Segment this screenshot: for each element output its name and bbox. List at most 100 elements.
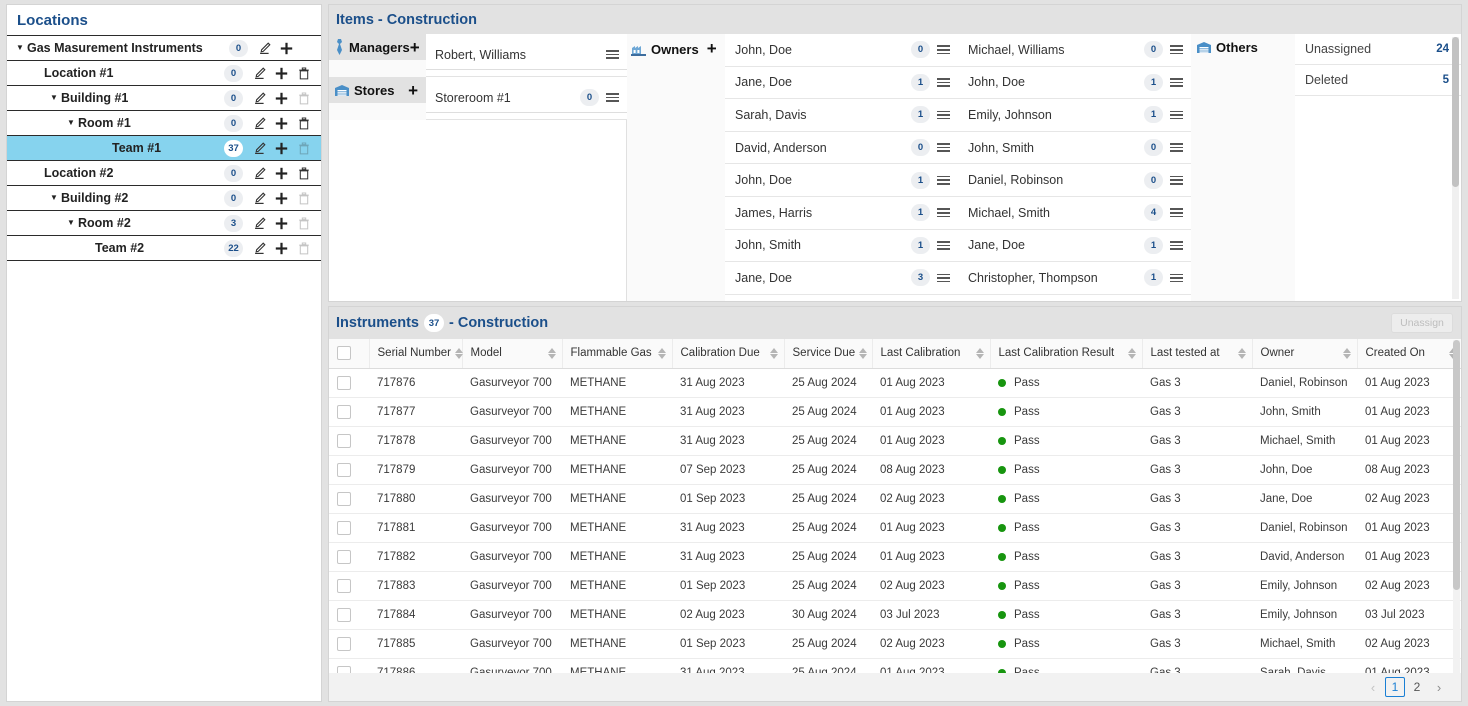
- pagination-page[interactable]: 2: [1407, 677, 1427, 697]
- add-owner-button[interactable]: +: [707, 39, 717, 59]
- location-row[interactable]: ▼Location #10: [7, 61, 321, 86]
- column-header[interactable]: Last Calibration: [872, 339, 991, 369]
- column-header[interactable]: Last Calibration Result: [990, 339, 1143, 369]
- delete-icon[interactable]: [294, 164, 313, 183]
- add-icon[interactable]: [272, 139, 291, 158]
- add-icon[interactable]: [272, 164, 291, 183]
- delete-icon[interactable]: [294, 89, 313, 108]
- edit-icon[interactable]: [250, 189, 269, 208]
- add-store-button[interactable]: +: [408, 82, 418, 99]
- owner-row[interactable]: Michael, Smith 4: [958, 197, 1191, 230]
- table-row[interactable]: 717876 Gasurveyor 700 METHANE 31 Aug 2023 25…: [329, 368, 1461, 398]
- column-header[interactable]: Serial Number: [369, 339, 463, 369]
- owner-row[interactable]: John, Smith 1: [725, 230, 958, 263]
- expand-caret-icon[interactable]: ▼: [47, 194, 61, 202]
- column-header[interactable]: Model: [462, 339, 563, 369]
- items-scrollbar[interactable]: [1452, 37, 1459, 299]
- owner-row[interactable]: John, Doe 1: [958, 67, 1191, 100]
- location-row[interactable]: ▼Location #20: [7, 161, 321, 186]
- location-row[interactable]: ▼ Building #2 0: [7, 186, 321, 211]
- others-row[interactable]: Unassigned 24: [1295, 34, 1461, 65]
- add-icon[interactable]: [277, 39, 296, 58]
- owner-menu-icon[interactable]: [937, 78, 950, 87]
- owner-row[interactable]: David, Anderson 0: [725, 132, 958, 165]
- table-row[interactable]: 717877 Gasurveyor 700 METHANE 31 Aug 2023 25…: [329, 397, 1461, 427]
- location-row[interactable]: ▼Team #222: [7, 236, 321, 261]
- table-row[interactable]: 717884 Gasurveyor 700 METHANE 02 Aug 2023 30…: [329, 600, 1461, 630]
- store-row[interactable]: Storeroom #1 0: [426, 83, 627, 113]
- owner-row[interactable]: Christopher, Thompson 1: [958, 262, 1191, 295]
- row-checkbox[interactable]: [337, 462, 351, 477]
- row-checkbox[interactable]: [337, 375, 351, 390]
- owner-row[interactable]: Daniel, Robinson 0: [958, 164, 1191, 197]
- column-header[interactable]: Service Due: [784, 339, 873, 369]
- owner-row[interactable]: John, Doe 1: [725, 164, 958, 197]
- location-row[interactable]: ▼ Building #1 0: [7, 86, 321, 111]
- row-checkbox[interactable]: [337, 578, 351, 593]
- row-checkbox[interactable]: [337, 433, 351, 448]
- expand-caret-icon[interactable]: ▼: [47, 94, 61, 102]
- owner-menu-icon[interactable]: [1170, 110, 1183, 120]
- row-checkbox[interactable]: [337, 607, 351, 622]
- expand-caret-icon[interactable]: ▼: [64, 219, 78, 227]
- table-row[interactable]: 717879 Gasurveyor 700 METHANE 07 Sep 2023 25…: [329, 455, 1461, 485]
- edit-icon[interactable]: [250, 239, 269, 258]
- table-row[interactable]: 717886 Gasurveyor 700 METHANE 31 Aug 2023 25…: [329, 658, 1461, 673]
- delete-icon[interactable]: [294, 114, 313, 133]
- owner-row[interactable]: Michael, Williams 0: [958, 34, 1191, 67]
- owner-row[interactable]: Jane, Doe 1: [958, 230, 1191, 263]
- column-header[interactable]: Flammable Gas: [562, 339, 673, 369]
- column-header[interactable]: Calibration Due: [672, 339, 785, 369]
- delete-icon[interactable]: [294, 214, 313, 233]
- table-row[interactable]: 717883 Gasurveyor 700 METHANE 01 Sep 2023 25…: [329, 571, 1461, 601]
- delete-icon[interactable]: [294, 189, 313, 208]
- sort-icon[interactable]: [1127, 347, 1136, 359]
- add-icon[interactable]: [272, 189, 291, 208]
- row-checkbox[interactable]: [337, 636, 351, 651]
- select-all-checkbox[interactable]: [337, 346, 351, 361]
- table-row[interactable]: 717881 Gasurveyor 700 METHANE 31 Aug 2023 25…: [329, 513, 1461, 543]
- column-header[interactable]: Last tested at: [1142, 339, 1253, 369]
- owner-row[interactable]: Emily, Johnson 1: [958, 99, 1191, 132]
- owner-menu-icon[interactable]: [1170, 240, 1183, 250]
- column-header[interactable]: Owner: [1252, 339, 1358, 369]
- edit-icon[interactable]: [250, 164, 269, 183]
- owner-row[interactable]: John, Doe 0: [725, 34, 958, 67]
- location-row[interactable]: ▼ Room #2 3: [7, 211, 321, 236]
- owner-row[interactable]: Jane, Doe 1: [725, 67, 958, 100]
- instruments-scrollbar[interactable]: [1453, 340, 1460, 678]
- sort-icon[interactable]: [547, 347, 556, 359]
- row-checkbox[interactable]: [337, 549, 351, 564]
- owner-menu-icon[interactable]: [1170, 208, 1183, 218]
- edit-icon[interactable]: [255, 39, 274, 58]
- pagination-next[interactable]: ›: [1429, 677, 1449, 697]
- owner-menu-icon[interactable]: [937, 208, 950, 218]
- sort-icon[interactable]: [859, 347, 868, 359]
- unassign-button[interactable]: Unassign: [1391, 313, 1453, 333]
- owner-menu-icon[interactable]: [937, 273, 950, 283]
- column-header[interactable]: Created On: [1357, 339, 1461, 369]
- owner-menu-icon[interactable]: [937, 175, 950, 185]
- owner-menu-icon[interactable]: [937, 45, 950, 55]
- instruments-scrollbar-thumb[interactable]: [1453, 340, 1460, 590]
- edit-icon[interactable]: [250, 114, 269, 133]
- add-icon[interactable]: [272, 89, 291, 108]
- row-checkbox[interactable]: [337, 404, 351, 419]
- owner-menu-icon[interactable]: [1170, 175, 1183, 185]
- location-row[interactable]: ▼ Gas Masurement Instruments 0: [7, 36, 321, 61]
- others-row[interactable]: Deleted 5: [1295, 65, 1461, 96]
- add-manager-button[interactable]: +: [410, 39, 420, 56]
- row-checkbox[interactable]: [337, 665, 351, 673]
- edit-icon[interactable]: [250, 214, 269, 233]
- delete-icon[interactable]: [294, 64, 313, 83]
- manager-menu-icon[interactable]: [606, 50, 619, 59]
- table-row[interactable]: 717882 Gasurveyor 700 METHANE 31 Aug 2023 25…: [329, 542, 1461, 572]
- owner-row[interactable]: James, Harris 1: [725, 197, 958, 230]
- location-row[interactable]: ▼Team #137: [7, 136, 321, 161]
- sort-icon[interactable]: [657, 347, 666, 359]
- edit-icon[interactable]: [250, 89, 269, 108]
- items-scrollbar-thumb[interactable]: [1452, 37, 1459, 187]
- location-row[interactable]: ▼ Room #1 0: [7, 111, 321, 136]
- sort-icon[interactable]: [975, 347, 984, 359]
- row-checkbox[interactable]: [337, 491, 351, 506]
